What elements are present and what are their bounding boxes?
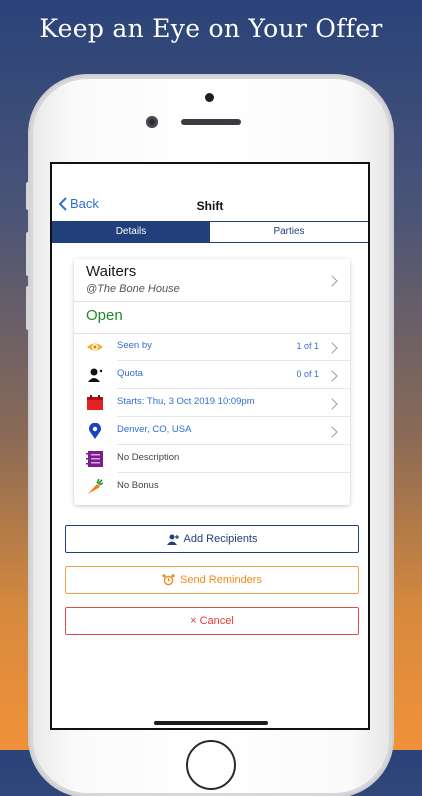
promo-headline: Keep an Eye on Your Offer [39,14,383,43]
starts-label: Starts: Thu, 3 Oct 2019 10:09pm [117,396,255,407]
person-icon [88,368,103,382]
seen-by-row[interactable]: Seen by 1 of 1 [74,333,350,361]
shift-title: Waiters [86,263,137,280]
quota-label: Quota [117,368,143,379]
status-label: Open [86,307,123,324]
divider [74,301,350,302]
front-camera [146,116,158,128]
seen-by-label: Seen by [117,340,152,351]
quota-row[interactable]: Quota 0 of 1 [74,361,350,389]
home-indicator [154,721,268,725]
tab-parties[interactable]: Parties [210,222,368,242]
location-row[interactable]: Denver, CO, USA [74,417,350,445]
eye-icon [87,343,103,351]
description-row: No Description [74,445,350,473]
chevron-right-icon [326,370,338,382]
volume-up-button [26,232,31,276]
home-button [186,740,236,790]
carrot-icon [88,479,104,494]
camera-dot [205,93,214,102]
shift-header[interactable]: Waiters @The Bone House [74,259,350,299]
app-screen: Back Shift Details Parties Waiters @The … [50,162,370,730]
add-person-icon [166,534,179,545]
description-label: No Description [117,452,180,463]
segmented-control: Details Parties [52,221,368,243]
shift-card: Waiters @The Bone House Open Seen by 1 o… [74,259,350,505]
bonus-row: No Bonus [74,473,350,501]
navigation-bar: Back Shift [52,194,368,220]
seen-by-value: 1 of 1 [296,341,319,351]
add-recipients-label: Add Recipients [183,533,258,545]
chevron-right-icon [326,426,338,438]
location-label: Denver, CO, USA [117,424,192,435]
chevron-right-icon [326,342,338,354]
volume-down-button [26,286,31,330]
chevron-right-icon [326,275,338,287]
calendar-icon [87,395,103,410]
page-title: Shift [196,199,224,213]
earpiece-speaker [181,119,241,125]
tab-details[interactable]: Details [52,222,210,242]
send-reminders-button[interactable]: Send Reminders [65,566,359,594]
chevron-right-icon [326,398,338,410]
quota-value: 0 of 1 [296,369,319,379]
add-recipients-button[interactable]: Add Recipients [65,525,359,553]
mute-switch [26,182,31,210]
cancel-button[interactable]: × Cancel [65,607,359,635]
starts-row[interactable]: Starts: Thu, 3 Oct 2019 10:09pm [74,389,350,417]
alarm-clock-icon [162,574,175,586]
send-reminders-label: Send Reminders [180,574,262,586]
shift-venue: @The Bone House [86,283,180,295]
cancel-label: × Cancel [190,615,234,627]
map-pin-icon [89,423,101,439]
notebook-icon [86,451,103,467]
bonus-label: No Bonus [117,480,159,491]
